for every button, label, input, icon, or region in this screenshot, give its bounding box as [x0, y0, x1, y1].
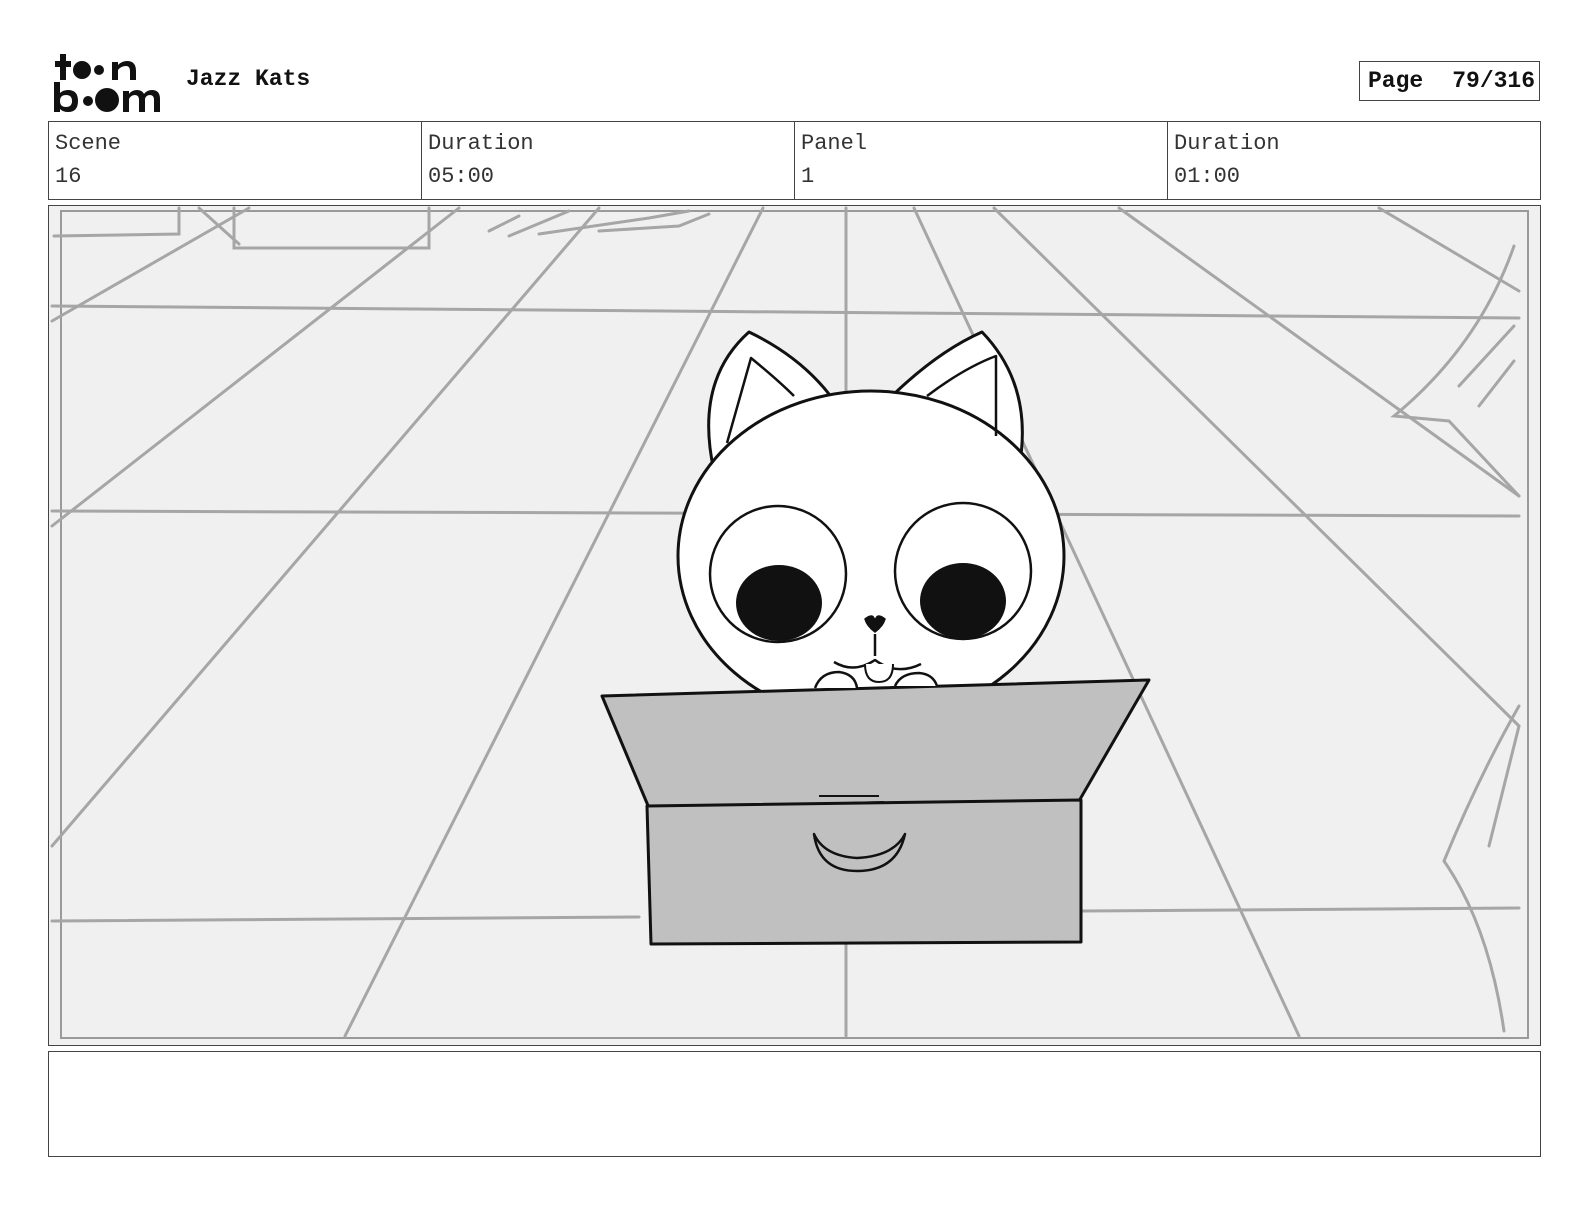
- cat-tongue: [864, 663, 894, 683]
- panel-duration-label: Duration: [1174, 131, 1280, 156]
- page-number: 79/316: [1452, 68, 1536, 94]
- toon-boom-logo: [52, 50, 164, 114]
- storyboard-panel: [48, 205, 1541, 1046]
- panel-cell: Panel 1: [795, 122, 1168, 199]
- page-indicator: Page 79/316: [1359, 61, 1540, 101]
- scene-info-table: Scene 16 Duration 05:00 Panel 1 Duration…: [48, 121, 1541, 200]
- cat-character: [676, 330, 1066, 723]
- box-back-flap: [600, 678, 1151, 810]
- scene-duration-label: Duration: [428, 131, 534, 156]
- panel-notes: [48, 1051, 1541, 1157]
- scene-value: 16: [55, 164, 82, 189]
- scene-duration-cell: Duration 05:00: [422, 122, 795, 199]
- panel-drawing: [49, 206, 1540, 1045]
- panel-duration-cell: Duration 01:00: [1168, 122, 1540, 199]
- cardboard-box: [600, 670, 1151, 946]
- panel-duration-value: 01:00: [1174, 164, 1241, 189]
- box-front: [645, 798, 1083, 946]
- cat-left-pupil: [736, 565, 822, 641]
- scene-duration-value: 05:00: [428, 164, 495, 189]
- project-title: Jazz Kats: [186, 66, 311, 92]
- panel-label: Panel: [801, 131, 868, 156]
- scene-label: Scene: [55, 131, 122, 156]
- cat-right-pupil: [920, 563, 1006, 639]
- panel-value: 1: [801, 164, 815, 189]
- scene-cell: Scene 16: [49, 122, 422, 199]
- page-label: Page: [1368, 68, 1424, 94]
